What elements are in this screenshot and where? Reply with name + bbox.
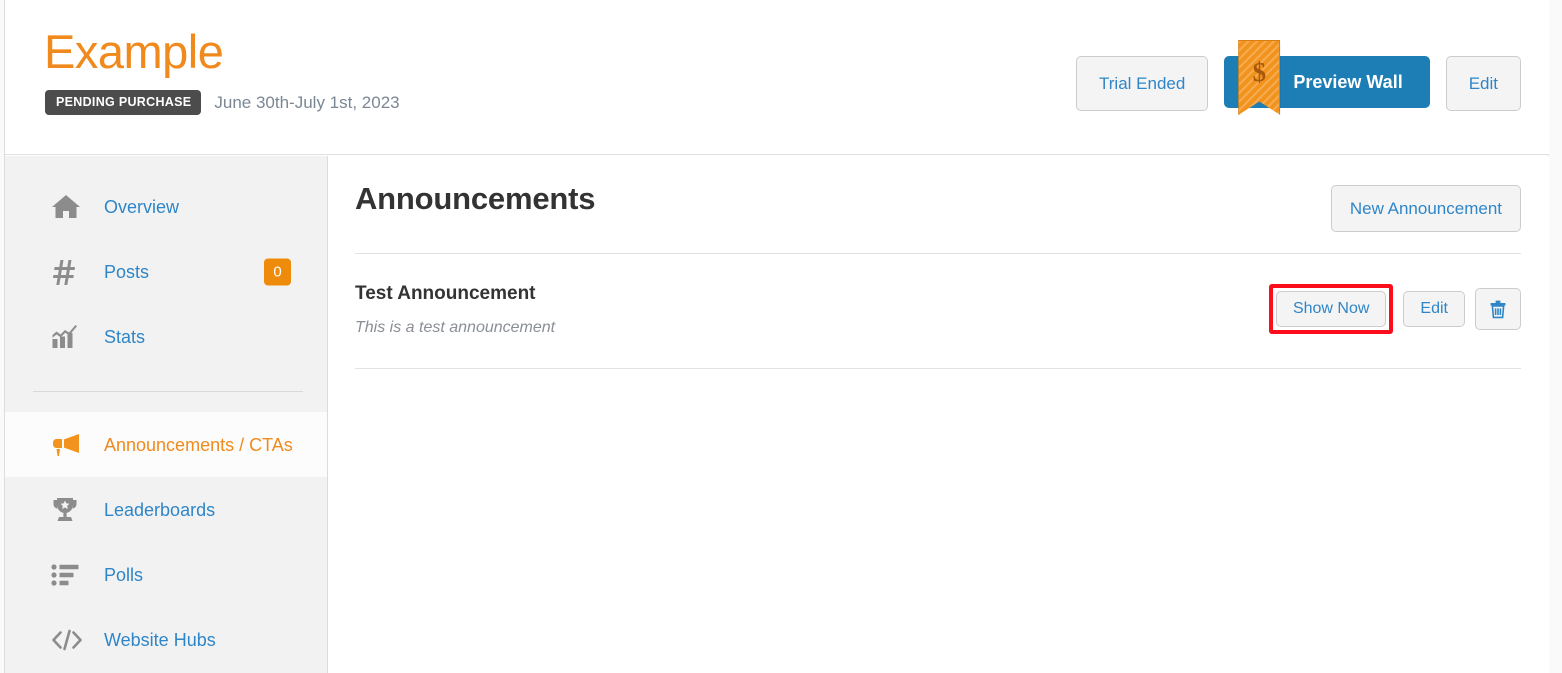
sidebar-item-stats[interactable]: Stats: [5, 304, 327, 369]
announcement-actions: Show Now Edit: [1268, 284, 1521, 334]
bar-chart-icon: [51, 324, 87, 350]
posts-count-badge: 0: [264, 258, 291, 285]
sidebar-item-overview[interactable]: Overview: [5, 174, 327, 239]
brand-title: Example: [44, 25, 224, 78]
page-header: Example PENDING PURCHASE June 30th-July …: [5, 0, 1549, 155]
sidebar-item-label: Polls: [104, 564, 144, 585]
preview-wall-group: Preview Wall $: [1224, 40, 1430, 115]
announcement-info: Test Announcement This is a test announc…: [355, 282, 555, 338]
delete-announcement-button[interactable]: [1475, 288, 1521, 330]
sidebar-item-website-hubs[interactable]: Website Hubs: [5, 607, 327, 672]
sidebar-item-label: Posts: [104, 261, 150, 282]
edit-event-button[interactable]: Edit: [1445, 56, 1521, 111]
new-announcement-button[interactable]: New Announcement: [1330, 185, 1521, 232]
announcement-list-item: Test Announcement This is a test announc…: [355, 254, 1521, 369]
announcement-title: Test Announcement: [355, 283, 536, 304]
main-content: Announcements New Announcement Test Anno…: [328, 156, 1549, 673]
body-wrapper: Overview Posts 0 Stats Announcements / C…: [5, 156, 1549, 673]
app-root: Example PENDING PURCHASE June 30th-July …: [0, 0, 1562, 673]
status-badge: PENDING PURCHASE: [45, 90, 202, 115]
list-icon: [51, 563, 87, 587]
sidebar-item-posts[interactable]: Posts 0: [5, 239, 327, 304]
announcement-description: This is a test announcement: [355, 319, 556, 336]
trial-ended-button[interactable]: Trial Ended: [1076, 56, 1209, 111]
header-meta: PENDING PURCHASE June 30th-July 1st, 202…: [45, 90, 400, 115]
event-date-range: June 30th-July 1st, 2023: [214, 92, 400, 112]
home-icon: [51, 194, 87, 220]
sidebar-divider: [33, 391, 303, 392]
main-header: Announcements New Announcement: [355, 156, 1521, 232]
sidebar-item-announcements-ctas[interactable]: Announcements / CTAs: [5, 412, 327, 477]
trophy-icon: [51, 496, 87, 524]
sidebar-item-polls[interactable]: Polls: [5, 542, 327, 607]
sidebar-item-leaderboards[interactable]: Leaderboards: [5, 477, 327, 542]
header-actions: Trial Ended Preview Wall $ Edit: [1076, 40, 1521, 115]
code-icon: [51, 628, 87, 652]
sidebar-item-label: Website Hubs: [104, 629, 216, 650]
page-frame: Example PENDING PURCHASE June 30th-July …: [4, 0, 1549, 673]
sidebar-item-label: Stats: [104, 326, 146, 347]
sidebar-item-label: Announcements / CTAs: [104, 434, 293, 455]
edit-announcement-button[interactable]: Edit: [1403, 291, 1465, 327]
sidebar-item-label: Leaderboards: [104, 499, 216, 520]
megaphone-icon: [51, 432, 87, 458]
page-title: Announcements: [355, 181, 596, 216]
sidebar-item-label: Overview: [104, 196, 180, 217]
show-now-button[interactable]: Show Now: [1275, 291, 1387, 327]
hashtag-icon: [51, 258, 87, 286]
trash-icon: [1489, 299, 1507, 319]
sidebar: Overview Posts 0 Stats Announcements / C…: [5, 156, 328, 673]
show-now-highlight: Show Now: [1268, 284, 1394, 334]
